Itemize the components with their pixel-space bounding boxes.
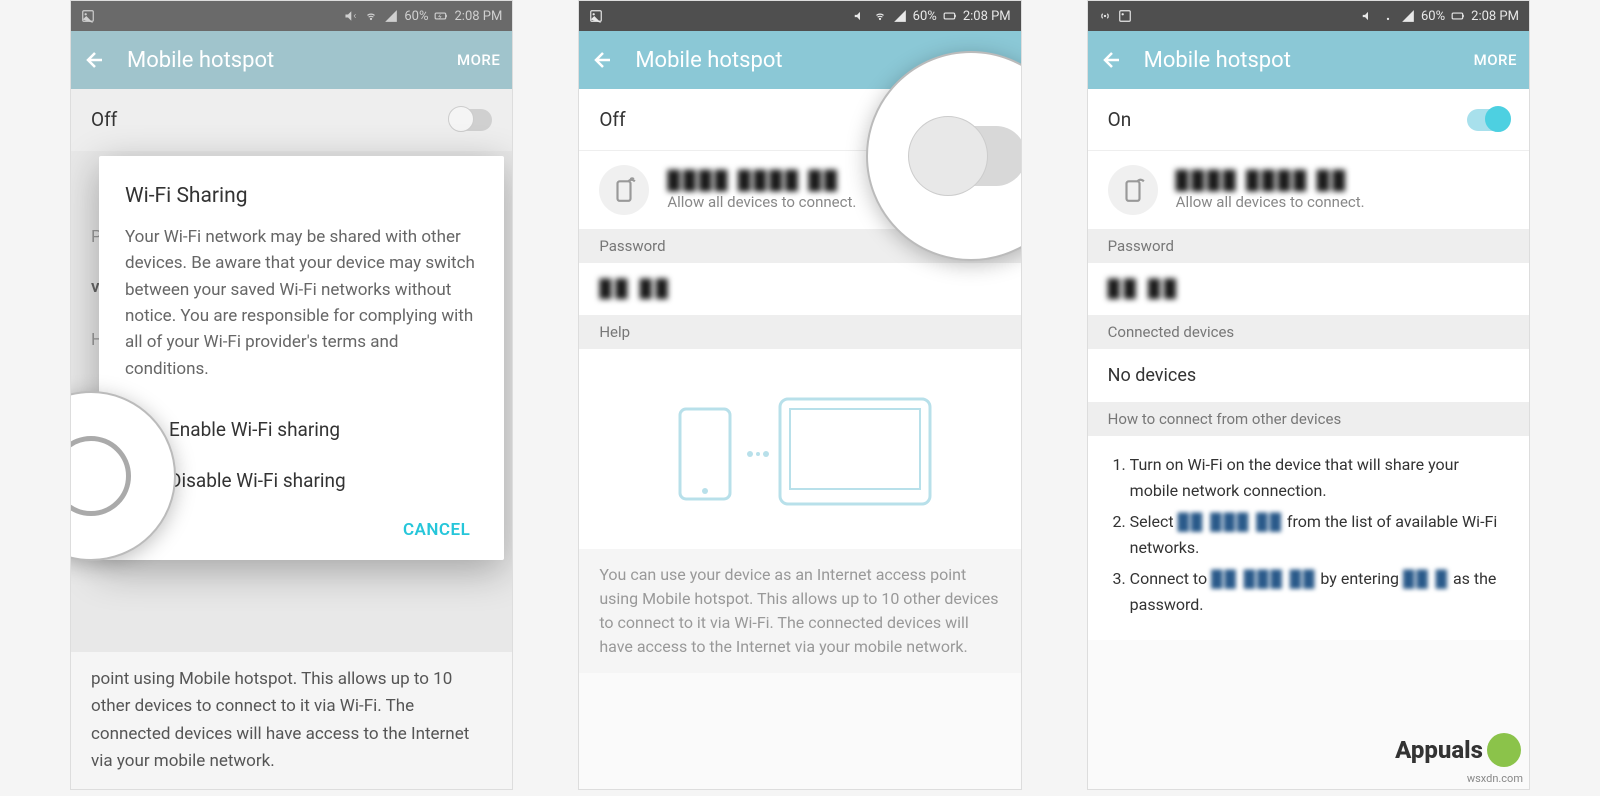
screen-1-wifi-sharing-dialog: 60% 2:08 PM Mobile hotspot MORE Off Pa v… [70, 0, 513, 790]
hotspot-toggle-row[interactable]: On [1088, 89, 1529, 151]
appuals-badge-icon [1487, 733, 1521, 767]
toggle-switch-on[interactable] [1467, 109, 1509, 131]
status-bar: 60% 2:08 PM [1088, 1, 1529, 31]
hotspot-device-icon [599, 165, 649, 215]
help-header: Help [579, 315, 1020, 349]
cancel-button[interactable]: CANCEL [125, 506, 478, 546]
dialog-title: Wi-Fi Sharing [125, 184, 478, 208]
howto-instructions: Turn on Wi-Fi on the device that will sh… [1088, 436, 1529, 640]
wifi-icon [364, 9, 378, 23]
back-arrow-icon[interactable] [1100, 48, 1124, 72]
hotspot-name-row[interactable]: ████ ████ ██ Allow all devices to connec… [1088, 151, 1529, 229]
zoomed-radio-icon [70, 436, 131, 516]
connected-devices-header: Connected devices [1088, 315, 1529, 349]
battery-percent: 60% [913, 9, 937, 24]
toggle-state-label: On [1108, 108, 1132, 131]
password-blurred: ██ █ [1403, 569, 1449, 588]
hotspot-ssid-blurred: ████ ████ ██ [667, 170, 840, 191]
battery-charging-icon [434, 9, 448, 23]
wifi-icon [873, 9, 887, 23]
option-enable-label: Enable Wi-Fi sharing [169, 418, 340, 441]
howto-step-3: Connect to ██ ███ ██ by entering ██ █ as… [1130, 566, 1509, 617]
more-button[interactable]: MORE [1474, 51, 1517, 69]
password-blurred: ██ ██ [599, 279, 671, 299]
screen-3-hotspot-on: 60% 2:08 PM Mobile hotspot MORE On ████ … [1087, 0, 1530, 790]
status-bar: 60% 2:08 PM [579, 1, 1020, 31]
battery-charging-icon [943, 9, 957, 23]
howto-header: How to connect from other devices [1088, 402, 1529, 436]
battery-percent: 60% [1421, 9, 1445, 24]
app-bar-title: Mobile hotspot [127, 48, 457, 73]
help-illustration [579, 349, 1020, 549]
option-enable-wifi-sharing[interactable]: Enable Wi-Fi sharing [125, 404, 478, 455]
signal-icon [893, 9, 907, 23]
status-time: 2:08 PM [454, 9, 502, 24]
status-bar: 60% 2:08 PM [71, 1, 512, 31]
option-disable-label: Disable Wi-Fi sharing [169, 469, 346, 492]
battery-percent: 60% [404, 9, 428, 24]
howto-step-2: Select ██ ███ ██ from the list of availa… [1130, 509, 1509, 560]
help-text: You can use your device as an Internet a… [579, 549, 1020, 673]
app-bar: Mobile hotspot MORE [1088, 31, 1529, 89]
back-arrow-icon[interactable] [591, 48, 615, 72]
toggle-state-label: Off [91, 108, 117, 131]
hotspot-ssid-blurred: ████ ████ ██ [1176, 170, 1349, 191]
toggle-switch[interactable] [450, 109, 492, 131]
image-icon [81, 9, 95, 23]
app-bar: Mobile hotspot MORE [71, 31, 512, 89]
mute-icon [1361, 9, 1375, 23]
wifi-tether-icon [1098, 9, 1112, 23]
signal-icon [1401, 9, 1415, 23]
wifi-icon [1381, 9, 1395, 23]
ssid-blurred: ██ ███ ██ [1178, 512, 1283, 531]
more-button[interactable]: MORE [457, 51, 500, 69]
image-icon [1118, 9, 1132, 23]
dialog-body: Your Wi-Fi network may be shared with ot… [125, 224, 478, 382]
zoomed-toggle-track [916, 126, 1022, 186]
mute-icon [344, 9, 358, 23]
battery-charging-icon [1451, 9, 1465, 23]
watermark: wsxdn.com [1467, 772, 1523, 785]
no-devices-label: No devices [1088, 349, 1529, 402]
screen-2-hotspot-off: 60% 2:08 PM Mobile hotspot Off ████ ████… [578, 0, 1021, 790]
howto-step-1: Turn on Wi-Fi on the device that will sh… [1130, 452, 1509, 503]
ssid-blurred: ██ ███ ██ [1211, 569, 1316, 588]
hotspot-allow-label: Allow all devices to connect. [1176, 193, 1509, 211]
back-arrow-icon[interactable] [83, 48, 107, 72]
mute-icon [853, 9, 867, 23]
app-bar-title: Mobile hotspot [1144, 48, 1474, 73]
toggle-state-label: Off [599, 108, 625, 131]
zoomed-toggle-thumb [908, 116, 988, 196]
password-row[interactable]: ██ ██ [1088, 263, 1529, 315]
password-row[interactable]: ██ ██ [579, 263, 1020, 315]
status-time: 2:08 PM [1471, 9, 1519, 24]
appuals-logo: Appuals [1395, 733, 1521, 767]
status-time: 2:08 PM [963, 9, 1011, 24]
password-blurred: ██ ██ [1108, 279, 1180, 299]
signal-icon [384, 9, 398, 23]
password-header: Password [1088, 229, 1529, 263]
hotspot-toggle-row[interactable]: Off [71, 89, 512, 151]
image-icon [589, 9, 603, 23]
option-disable-wifi-sharing[interactable]: Disable Wi-Fi sharing [125, 455, 478, 506]
hotspot-device-icon [1108, 165, 1158, 215]
help-text-partial: point using Mobile hotspot. This allows … [71, 652, 512, 789]
